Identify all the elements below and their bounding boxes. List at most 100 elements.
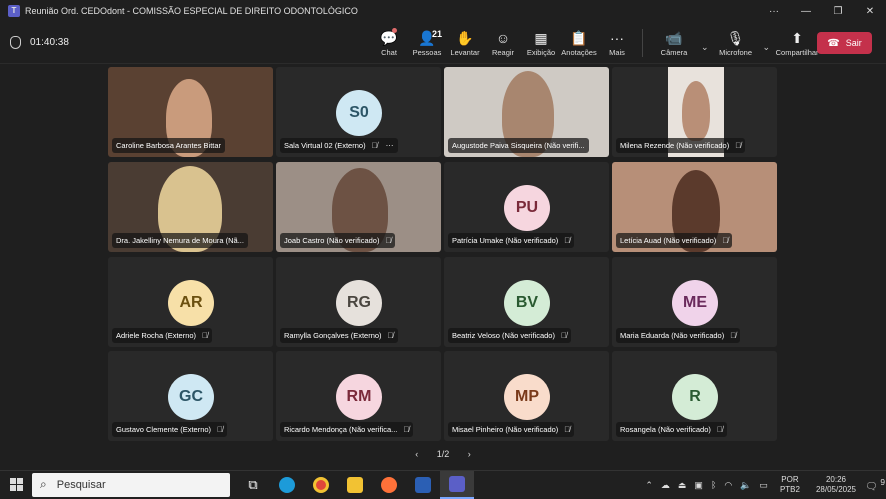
teams-icon: T xyxy=(8,5,20,17)
cloud-icon[interactable]: ☁ xyxy=(661,480,670,491)
more-options-icon[interactable]: ··· xyxy=(758,6,790,17)
bluetooth-icon[interactable]: ᛒ xyxy=(711,480,716,490)
system-tray: ⌃ ☁ ⏏ ▣ ᛒ ◠ 🔈 ▭ POR PTB2 20:26 28/05/202… xyxy=(641,471,886,499)
avatar: MP xyxy=(504,374,550,420)
page-indicator: 1/2 xyxy=(436,449,450,459)
chevron-up-icon[interactable]: ⌃ xyxy=(645,480,653,491)
mic-muted-icon: 🎙̸ xyxy=(564,425,571,434)
teams-taskbar-icon[interactable] xyxy=(440,470,474,499)
taskbar-search-box[interactable]: ⌕ Pesquisar xyxy=(32,472,230,497)
smiley-icon: ☺ xyxy=(495,29,511,46)
clock-time: 20:26 xyxy=(825,475,846,484)
participant-nameplate: Milena Rezende (Não verificado) 🎙̸ xyxy=(616,138,746,153)
more-button[interactable]: ··· Mais xyxy=(598,22,636,64)
share-button[interactable]: ⬆ Compartilhar xyxy=(772,22,822,64)
view-button[interactable]: ▦ Exibição xyxy=(522,22,560,64)
avatar: RG xyxy=(336,280,382,326)
file-explorer-icon[interactable] xyxy=(338,471,372,499)
avatar: AR xyxy=(168,280,214,326)
notes-icon: 📋 xyxy=(570,29,588,46)
notes-button[interactable]: 📋 Anotações xyxy=(560,22,598,64)
participant-tile[interactable]: ME Maria Eduarda (Não verificado) 🎙̸ xyxy=(612,257,777,347)
edge-icon[interactable] xyxy=(270,471,304,499)
mic-muted-icon: 🎙̸ xyxy=(722,236,729,245)
camera-label: Câmera xyxy=(660,47,688,57)
participant-nameplate: Sala Virtual 02 (Externo) 🎙̸ ··· xyxy=(280,138,398,153)
mic-muted-icon: 🎙̸ xyxy=(730,331,737,340)
more-label: Mais xyxy=(609,47,625,57)
avatar: RM xyxy=(336,374,382,420)
participant-nameplate: Adriele Rocha (Externo) 🎙̸ xyxy=(112,328,213,343)
people-label: Pessoas xyxy=(412,47,442,57)
chat-unread-dot xyxy=(392,28,397,33)
previous-page-button[interactable]: ‹ xyxy=(415,449,418,459)
participant-tile[interactable]: Letícia Auad (Não verificado) 🎙̸ xyxy=(612,162,777,252)
camera-tray-icon[interactable]: ▣ xyxy=(694,480,703,491)
mic-button[interactable]: 🎙 Microfone xyxy=(711,22,761,64)
taskbar-clock[interactable]: 20:26 28/05/2025 xyxy=(816,475,856,495)
close-button[interactable]: ✕ xyxy=(854,6,886,17)
participant-name: Rosangela (Não verificado) xyxy=(620,425,711,434)
task-view-icon[interactable]: ⧉ xyxy=(236,471,270,499)
language-indicator[interactable]: POR PTB2 xyxy=(780,475,800,495)
language-code: POR xyxy=(781,475,799,484)
camera-button[interactable]: 📹 Câmera xyxy=(649,22,699,64)
firefox-icon[interactable] xyxy=(372,471,406,499)
minimize-button[interactable]: — xyxy=(790,6,822,17)
chat-button[interactable]: 💬 Chat xyxy=(370,22,408,64)
microphone-icon: 🎙 xyxy=(726,29,745,46)
battery-icon[interactable]: ▭ xyxy=(759,480,768,491)
participant-tile[interactable]: S0 Sala Virtual 02 (Externo) 🎙̸ ··· xyxy=(276,67,441,157)
keyboard-layout: PTB2 xyxy=(779,485,800,494)
next-page-button[interactable]: › xyxy=(468,449,471,459)
avatar: ME xyxy=(672,280,718,326)
people-button[interactable]: 👤 21 Pessoas xyxy=(408,22,446,64)
share-icon: ⬆ xyxy=(791,29,803,46)
participant-tile[interactable]: MP Misael Pinheiro (Não verificado) 🎙̸ xyxy=(444,351,609,441)
word-icon[interactable] xyxy=(406,471,440,499)
toolbar-divider xyxy=(642,29,643,57)
participant-tile[interactable]: R Rosangela (Não verificado) 🎙̸ xyxy=(612,351,777,441)
participant-tile[interactable]: Dra. Jakelliny Nemura de Moura (Nã... xyxy=(108,162,273,252)
participant-nameplate: Maria Eduarda (Não verificado) 🎙̸ xyxy=(616,328,741,343)
participant-tile[interactable]: RG Ramylla Gonçalves (Externo) 🎙̸ xyxy=(276,257,441,347)
participant-tile[interactable]: AR Adriele Rocha (Externo) 🎙̸ xyxy=(108,257,273,347)
react-label: Reagir xyxy=(491,47,515,57)
participant-name: Ricardo Mendonça (Não verifica... xyxy=(284,425,398,434)
participant-tile[interactable]: RM Ricardo Mendonça (Não verifica... 🎙̸ xyxy=(276,351,441,441)
react-button[interactable]: ☺ Reagir xyxy=(484,22,522,64)
notification-center-button[interactable]: 🗨 9 xyxy=(864,477,886,492)
participant-nameplate: Ramylla Gonçalves (Externo) 🎙̸ xyxy=(280,328,398,343)
wifi-icon[interactable]: ◠ xyxy=(724,480,732,491)
camera-options-chevron-icon[interactable]: ⌄ xyxy=(701,34,709,53)
participant-name: Caroline Barbosa Arantes Bittar xyxy=(116,141,222,150)
participant-name: Maria Eduarda (Não verificado) xyxy=(620,331,725,340)
participant-name: Milena Rezende (Não verificado) xyxy=(620,141,730,150)
participant-tile[interactable]: Joab Castro (Não verificado) 🎙̸ xyxy=(276,162,441,252)
participant-tile[interactable]: Augustode Paiva Sisqueira (Não verifi... xyxy=(444,67,609,157)
chrome-icon[interactable] xyxy=(304,471,338,499)
participant-nameplate: Rosangela (Não verificado) 🎙̸ xyxy=(616,422,727,437)
participant-name: Adriele Rocha (Externo) xyxy=(116,331,197,340)
speaker-icon[interactable]: 🔈 xyxy=(740,480,751,491)
mic-label: Microfone xyxy=(719,47,753,57)
shield-icon xyxy=(10,36,21,49)
windows-logo-icon xyxy=(9,478,23,491)
participant-tile[interactable]: PU Patrícia Umake (Não verificado) 🎙̸ xyxy=(444,162,609,252)
search-icon: ⌕ xyxy=(40,477,47,491)
participant-tile[interactable]: BV Beatriz Veloso (Não verificado) 🎙̸ xyxy=(444,257,609,347)
start-button[interactable] xyxy=(0,471,32,499)
leave-button[interactable]: ☎ Sair xyxy=(817,32,872,54)
participant-name: Sala Virtual 02 (Externo) xyxy=(284,141,366,150)
mic-options-chevron-icon[interactable]: ⌄ xyxy=(763,34,771,53)
participant-tile[interactable]: Milena Rezende (Não verificado) 🎙̸ xyxy=(612,67,777,157)
raise-hand-button[interactable]: ✋ Levantar xyxy=(446,22,484,64)
participant-tile[interactable]: Caroline Barbosa Arantes Bittar xyxy=(108,67,273,157)
leave-label: Sair xyxy=(845,38,862,48)
ellipsis-icon: ··· xyxy=(610,29,624,46)
restore-button[interactable]: ❐ xyxy=(822,6,854,17)
usb-icon[interactable]: ⏏ xyxy=(678,480,687,491)
more-options-icon[interactable]: ··· xyxy=(386,141,394,150)
participant-tile[interactable]: GC Gustavo Clemente (Externo) 🎙̸ xyxy=(108,351,273,441)
avatar: R xyxy=(672,374,718,420)
